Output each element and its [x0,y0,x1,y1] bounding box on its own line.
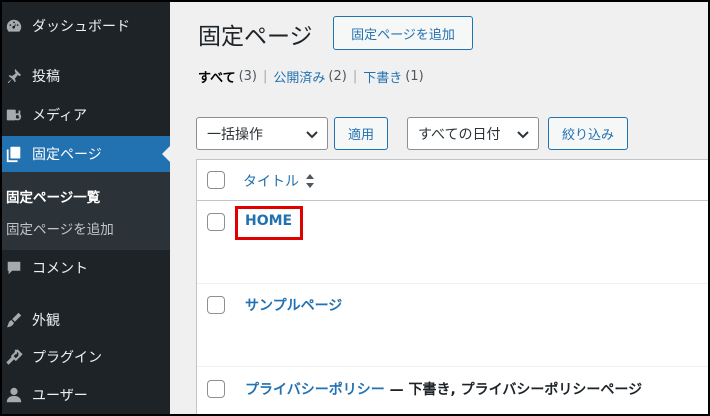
filter-draft[interactable]: 下書き [363,67,402,86]
user-icon [4,385,24,405]
row-checkbox[interactable] [207,213,225,231]
chevron-down-icon [305,127,319,145]
submenu-item-all-pages[interactable]: 固定ページ一覧 [6,186,100,206]
sidebar-item-label: 投稿 [32,69,60,85]
admin-sidebar: ダッシュボード 投稿 メディア 固定ページ 固定ページ一覧 固定ページを追加 コ… [0,0,170,416]
sidebar-item-label: 固定ページ [32,147,102,163]
table-header: タイトル [197,160,710,201]
page-title-link[interactable]: サンプルページ [245,295,342,315]
active-indicator [162,146,170,162]
page-title-row: プライバシーポリシー — 下書き, プライバシーポリシーページ [245,379,642,399]
sidebar-item-dashboard[interactable]: ダッシュボード [0,8,170,44]
sidebar-item-label: ダッシュボード [32,19,130,35]
apply-button[interactable]: 適用 [334,117,388,150]
filter-separator: | [263,69,268,84]
table-row: サンプルページ [197,284,710,366]
filter-separator: | [352,69,358,84]
pages-table: タイトル HOME サンプルページ プライバシーポリシー — 下書き, プライバ… [196,159,710,416]
sidebar-item-label: コメント [32,261,88,277]
column-title-label: タイトル [243,174,299,190]
bulk-action-value: 一括操作 [207,126,263,143]
filter-all[interactable]: すべて [198,67,236,86]
filter-published-count: (2) [328,69,347,84]
row-checkbox[interactable] [207,296,225,314]
main-content: 固定ページ 固定ページを追加 すべて (3) | 公開済み (2) | 下書き … [170,0,710,416]
page-state-label: — 下書き, プライバシーポリシーページ [384,382,643,398]
media-icon [4,105,24,125]
page-title-link[interactable]: プライバシーポリシー [245,382,385,398]
add-new-page-button[interactable]: 固定ページを追加 [333,16,473,50]
plugin-icon [4,347,24,367]
sidebar-item-users[interactable]: ユーザー [0,377,170,413]
sidebar-item-appearance[interactable]: 外観 [0,302,170,338]
status-filters: すべて (3) | 公開済み (2) | 下書き (1) [198,67,424,86]
sidebar-item-media[interactable]: メディア [0,97,170,133]
sidebar-item-label: メディア [32,108,88,124]
sidebar-item-label: プラグイン [32,350,102,366]
page-title-link[interactable]: HOME [245,213,292,229]
sidebar-item-label: 外観 [32,313,60,329]
sidebar-item-plugins[interactable]: プラグイン [0,339,170,375]
sidebar-item-comments[interactable]: コメント [0,250,170,286]
sidebar-item-posts[interactable]: 投稿 [0,58,170,94]
bulk-action-select[interactable]: 一括操作 [196,117,328,150]
filter-button[interactable]: 絞り込み [548,117,628,150]
table-row: HOME [197,201,710,284]
submenu-item-add-page[interactable]: 固定ページを追加 [6,218,114,238]
dashboard-icon [4,16,24,36]
sidebar-item-label: ユーザー [32,388,88,404]
date-filter-value: すべての日付 [418,126,501,143]
sidebar-item-pages[interactable]: 固定ページ [0,136,170,172]
pages-submenu: 固定ページ一覧 固定ページを追加 [0,172,170,250]
filter-draft-count: (1) [405,69,424,84]
filter-all-count: (3) [238,69,257,84]
date-filter-select[interactable]: すべての日付 [407,117,539,150]
row-checkbox[interactable] [207,380,225,398]
pin-icon [4,66,24,86]
page-title: 固定ページ [198,24,313,50]
sort-icon [305,173,315,189]
pages-icon [4,144,24,164]
table-row: プライバシーポリシー — 下書き, プライバシーポリシーページ [197,366,710,416]
column-title-header[interactable]: タイトル [243,171,315,191]
filter-published[interactable]: 公開済み [273,67,325,86]
chevron-down-icon [516,127,530,145]
select-all-checkbox[interactable] [207,171,225,189]
brush-icon [4,310,24,330]
comment-icon [4,258,24,278]
